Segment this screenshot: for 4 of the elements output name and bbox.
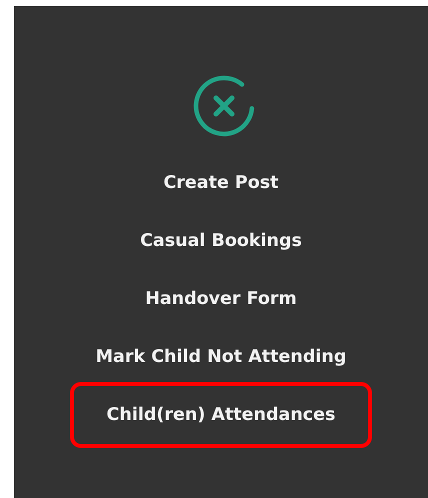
menu-item[interactable]: Child(ren) Attendances	[70, 382, 372, 448]
menu-item[interactable]: Casual Bookings	[112, 212, 330, 270]
menu-item[interactable]: Handover Form	[117, 270, 325, 328]
menu-item[interactable]: Create Post	[135, 154, 307, 212]
